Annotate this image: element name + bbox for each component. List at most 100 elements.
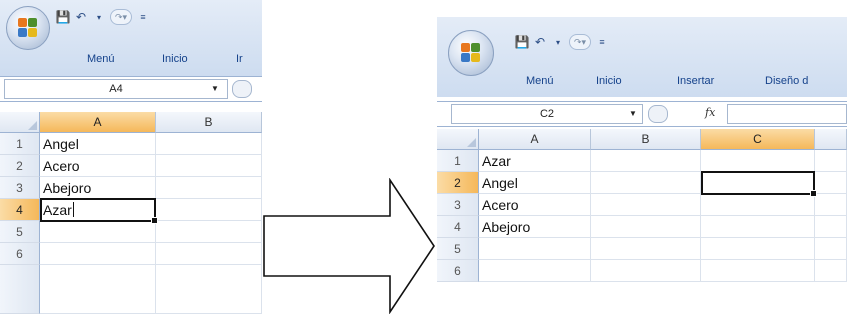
cell-b4[interactable]: [591, 216, 701, 238]
tab-inicio[interactable]: Inicio: [162, 53, 188, 65]
cell-b5[interactable]: [156, 221, 262, 243]
active-cell-border: [40, 198, 158, 224]
cell-d4[interactable]: [815, 216, 847, 238]
office-button[interactable]: [448, 30, 494, 76]
office-logo-icon: [461, 43, 481, 63]
redo-icon[interactable]: ↷▾: [569, 34, 592, 50]
column-header-b[interactable]: B: [591, 129, 701, 150]
row-header[interactable]: 3: [0, 177, 40, 199]
tab-inicio[interactable]: Inicio: [596, 75, 622, 87]
cell-a1[interactable]: Angel: [40, 133, 156, 155]
column-header-d[interactable]: [815, 129, 847, 150]
save-icon[interactable]: 💾: [56, 10, 71, 24]
office-button[interactable]: [6, 6, 50, 50]
arrow-shape: [263, 178, 435, 314]
cell-d5[interactable]: [815, 238, 847, 260]
cell-b2[interactable]: [591, 172, 701, 194]
active-cell-border: [701, 171, 817, 197]
column-header-c[interactable]: C: [701, 129, 815, 150]
quick-access-toolbar: 💾 ↶ ▾ ↷▾ ≡: [515, 34, 609, 50]
customize-qat-icon[interactable]: ≡: [595, 35, 609, 49]
cell-a6[interactable]: [479, 260, 591, 282]
cell-b3[interactable]: [156, 177, 262, 199]
cell-a3[interactable]: Acero: [479, 194, 591, 216]
select-all-corner[interactable]: [0, 112, 40, 133]
redo-icon[interactable]: ↷▾: [110, 9, 133, 25]
cell-d3[interactable]: [815, 194, 847, 216]
cell-b5[interactable]: [591, 238, 701, 260]
office-logo-icon: [18, 18, 38, 38]
name-box-dropdown-icon[interactable]: ▼: [629, 109, 637, 118]
cell-a7[interactable]: [40, 265, 156, 314]
formula-bar: A4 ▼: [0, 76, 262, 102]
cell-b7[interactable]: [156, 265, 262, 314]
cell-a2[interactable]: Acero: [40, 155, 156, 177]
cell-b1[interactable]: [156, 133, 262, 155]
right-excel-screenshot: 💾 ↶ ▾ ↷▾ ≡ Menú Inicio Insertar Diseño d…: [437, 17, 847, 314]
formula-input[interactable]: [727, 104, 847, 124]
cell-c5[interactable]: [701, 238, 815, 260]
dropdown-icon[interactable]: ▾: [92, 10, 106, 24]
fill-handle[interactable]: [810, 190, 817, 197]
tab-insertar[interactable]: Ir: [236, 53, 243, 65]
row-header[interactable]: 5: [437, 238, 479, 260]
cell-a2[interactable]: Angel: [479, 172, 591, 194]
row-header[interactable]: 2: [0, 155, 40, 177]
worksheet-grid: A B 1 2 3 4 5 6 Angel Acero Abejoro Azar: [0, 112, 262, 314]
cell-a6[interactable]: [40, 243, 156, 265]
column-header-b[interactable]: B: [156, 112, 262, 133]
worksheet-grid: A B C 1 2 3 4 5 6 Azar Angel Acero Abejo…: [437, 129, 847, 314]
row-header[interactable]: 4: [0, 199, 40, 221]
fill-handle[interactable]: [151, 217, 158, 224]
row-header[interactable]: 6: [437, 260, 479, 282]
cell-a3[interactable]: Abejoro: [40, 177, 156, 199]
cell-a4[interactable]: Abejoro: [479, 216, 591, 238]
cell-b6[interactable]: [591, 260, 701, 282]
row-header[interactable]: 3: [437, 194, 479, 216]
name-box[interactable]: C2: [451, 104, 643, 124]
cell-c6[interactable]: [701, 260, 815, 282]
insert-function-icon[interactable]: fx: [705, 106, 715, 119]
dropdown-icon[interactable]: ▾: [551, 35, 565, 49]
cell-b1[interactable]: [591, 150, 701, 172]
quick-access-toolbar: 💾 ↶ ▾ ↷▾ ≡: [56, 9, 150, 25]
formula-bar-control[interactable]: [648, 105, 668, 123]
row-header[interactable]: 4: [437, 216, 479, 238]
cell-a1[interactable]: Azar: [479, 150, 591, 172]
tab-insertar[interactable]: Insertar: [677, 75, 714, 87]
tab-menu[interactable]: Menú: [526, 75, 554, 87]
cell-d1[interactable]: [815, 150, 847, 172]
cell-b2[interactable]: [156, 155, 262, 177]
cell-c4[interactable]: [701, 216, 815, 238]
cell-d2[interactable]: [815, 172, 847, 194]
row-header[interactable]: 1: [0, 133, 40, 155]
cell-a5[interactable]: [40, 221, 156, 243]
formula-bar-control[interactable]: [232, 80, 252, 98]
customize-qat-icon[interactable]: ≡: [136, 10, 150, 24]
row-header[interactable]: 5: [0, 221, 40, 243]
tab-diseno[interactable]: Diseño d: [765, 75, 808, 87]
row-header[interactable]: 6: [0, 243, 40, 265]
cell-c3[interactable]: [701, 194, 815, 216]
undo-icon[interactable]: ↶: [533, 35, 547, 49]
undo-icon[interactable]: ↶: [74, 10, 88, 24]
save-icon[interactable]: 💾: [515, 35, 530, 49]
name-box-dropdown-icon[interactable]: ▼: [211, 84, 219, 93]
right-arrow-icon: [263, 178, 435, 314]
cell-d6[interactable]: [815, 260, 847, 282]
formula-bar: C2 ▼ fx: [437, 101, 847, 127]
column-header-a[interactable]: A: [40, 112, 156, 133]
row-header: [0, 265, 40, 314]
left-excel-screenshot: 💾 ↶ ▾ ↷▾ ≡ Menú Inicio Ir A4 ▼ A B 1 2 3…: [0, 0, 262, 314]
cell-c1[interactable]: [701, 150, 815, 172]
cell-a5[interactable]: [479, 238, 591, 260]
tab-menu[interactable]: Menú: [87, 53, 115, 65]
cell-b4[interactable]: [156, 199, 262, 221]
row-header[interactable]: 2: [437, 172, 479, 194]
column-header-a[interactable]: A: [479, 129, 591, 150]
cell-b6[interactable]: [156, 243, 262, 265]
row-header[interactable]: 1: [437, 150, 479, 172]
cell-b3[interactable]: [591, 194, 701, 216]
select-all-corner[interactable]: [437, 129, 479, 150]
name-box[interactable]: A4: [4, 79, 228, 99]
